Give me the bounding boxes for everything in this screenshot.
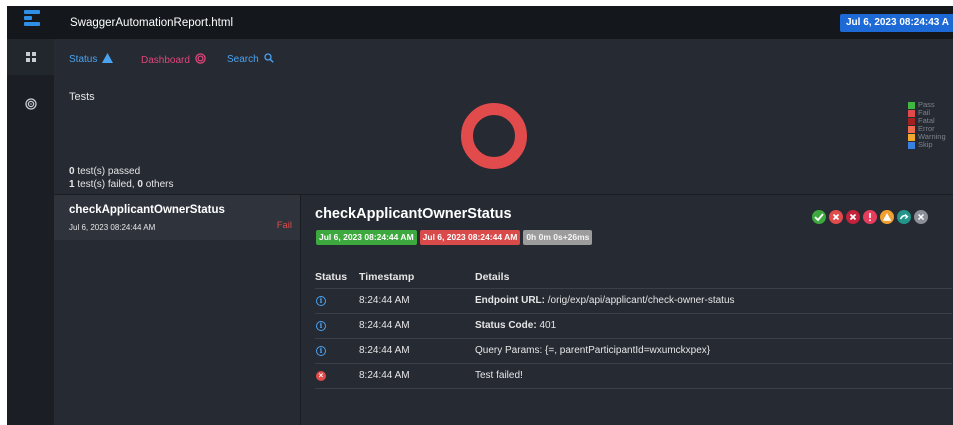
log-text: 401: [536, 320, 557, 331]
close-icon: [917, 213, 925, 221]
test-list: checkApplicantOwnerStatus Jul 6, 2023 08…: [54, 195, 301, 425]
failed-text: test(s) failed,: [74, 179, 138, 190]
spiral-icon: [195, 53, 206, 67]
chart-legend: Pass Fail Fatal Error Warning Skip: [908, 101, 946, 149]
warning-triangle-icon: [102, 53, 114, 66]
sidebar-item-tests[interactable]: [7, 39, 54, 75]
legend-label: Skip: [918, 140, 933, 149]
dashboard-grid-icon: [25, 52, 36, 62]
legend-swatch: [908, 125, 915, 133]
nav-search-link[interactable]: Search: [227, 53, 274, 66]
exclamation-icon: [869, 213, 871, 221]
warning-icon: [882, 213, 892, 221]
filter-x-button[interactable]: [846, 210, 860, 224]
skip-icon: [899, 214, 909, 220]
passed-text: test(s) passed: [74, 166, 141, 177]
log-table-header: Status Timestamp Details: [315, 266, 952, 289]
end-time-badge: Jul 6, 2023 08:24:44 AM: [419, 230, 521, 245]
tests-heading: Tests: [69, 91, 95, 103]
legend-swatch: [908, 101, 915, 109]
x-icon: [832, 213, 840, 221]
test-status-donut-chart: [461, 103, 527, 169]
report-app: SwaggerAutomationReport.html Jul 6, 2023…: [7, 6, 953, 425]
top-bar: SwaggerAutomationReport.html Jul 6, 2023…: [7, 6, 953, 39]
nav-status-link[interactable]: Status: [69, 53, 114, 66]
check-icon: [814, 213, 824, 222]
nav-dashboard-link[interactable]: Dashboard: [141, 53, 206, 67]
log-details: Endpoint URL: /orig/exp/api/applicant/ch…: [475, 288, 952, 314]
detail-title: checkApplicantOwnerStatus: [315, 206, 512, 222]
x-icon: [849, 213, 857, 221]
test-list-item[interactable]: checkApplicantOwnerStatus Jul 6, 2023 08…: [54, 195, 300, 240]
top-nav: Status Dashboard Search: [54, 39, 953, 77]
start-time-badge: Jul 6, 2023 08:24:44 AM: [316, 230, 417, 245]
column-timestamp: Timestamp: [359, 266, 475, 289]
log-label: Status Code:: [475, 320, 537, 331]
log-text: /orig/exp/api/applicant/check-owner-stat…: [544, 295, 735, 306]
test-name: checkApplicantOwnerStatus: [69, 204, 225, 216]
log-time: 8:24:44 AM: [359, 363, 475, 389]
legend-swatch: [908, 109, 915, 117]
log-time: 8:24:44 AM: [359, 338, 475, 364]
test-status-label: Fail: [276, 220, 292, 231]
others-text: others: [142, 179, 174, 190]
legend-item-skip: Skip: [908, 141, 946, 149]
filter-check-button[interactable]: [812, 210, 826, 224]
dashboard-panel: Tests 0 test(s) passed 1 test(s) failed,…: [54, 77, 953, 195]
test-detail-panel: checkApplicantOwnerStatus Jul 6, 2023 08…: [301, 195, 953, 425]
filter-skip-button[interactable]: [897, 210, 911, 224]
report-timestamp-badge: Jul 6, 2023 08:24:43 A: [839, 14, 953, 32]
info-icon: i: [316, 320, 326, 331]
legend-swatch: [908, 117, 915, 125]
log-details: Query Params: {=, parentParticipantId=wx…: [475, 338, 952, 364]
nav-dashboard-label: Dashboard: [141, 55, 190, 66]
log-row: i 8:24:44 AM Endpoint URL: /orig/exp/api…: [315, 288, 952, 314]
status-filter-buttons: [812, 210, 928, 224]
filter-close-button[interactable]: [914, 210, 928, 224]
log-row: i 8:24:44 AM Status Code: 401: [315, 313, 952, 339]
failed-summary: 1 test(s) failed, 0 others: [69, 179, 174, 190]
fail-icon: ×: [316, 370, 326, 381]
legend-swatch: [908, 133, 915, 141]
extent-logo-icon: [24, 8, 40, 30]
report-title: SwaggerAutomationReport.html: [70, 17, 233, 29]
log-text: Query Params: {=, parentParticipantId=wx…: [475, 345, 711, 356]
log-text: Test failed!: [475, 370, 523, 381]
log-time: 8:24:44 AM: [359, 288, 475, 314]
log-details: Test failed!: [475, 363, 952, 389]
log-row: × 8:24:44 AM Test failed!: [315, 363, 952, 389]
log-time: 8:24:44 AM: [359, 313, 475, 339]
log-row: i 8:24:44 AM Query Params: {=, parentPar…: [315, 338, 952, 364]
duration-badge: 0h 0m 0s+26ms: [523, 230, 593, 245]
log-details: Status Code: 401: [475, 313, 952, 339]
passed-summary: 0 test(s) passed: [69, 166, 140, 177]
nav-status-label: Status: [69, 54, 98, 65]
search-icon: [264, 53, 274, 66]
test-time: Jul 6, 2023 08:24:44 AM: [69, 223, 156, 232]
log-table: Status Timestamp Details i 8:24:44 AM En…: [315, 266, 952, 389]
donut-slice-fail: [461, 103, 527, 169]
filter-exclamation-button[interactable]: [863, 210, 877, 224]
column-status: Status: [315, 266, 359, 289]
log-label: Endpoint URL:: [475, 295, 545, 306]
nav-search-label: Search: [227, 54, 259, 65]
filter-warning-button[interactable]: [880, 210, 894, 224]
info-icon: i: [316, 345, 326, 356]
sidebar-item-dashboard[interactable]: [7, 86, 54, 122]
filter-x-button[interactable]: [829, 210, 843, 224]
column-details: Details: [475, 266, 952, 289]
spiral-icon: [24, 98, 37, 110]
sidebar: [7, 39, 54, 425]
detail-time-badges: Jul 6, 2023 08:24:44 AM Jul 6, 2023 08:2…: [316, 230, 593, 245]
legend-swatch: [908, 141, 915, 149]
info-icon: i: [316, 295, 326, 306]
